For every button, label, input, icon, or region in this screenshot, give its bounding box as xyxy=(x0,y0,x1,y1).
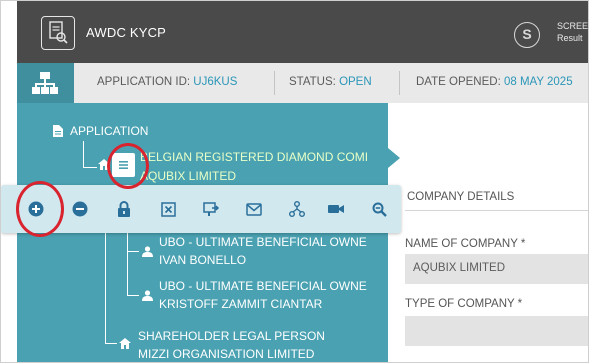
status-label: STATUS: xyxy=(289,76,340,88)
remove-button[interactable] xyxy=(67,185,93,233)
screening-label-line1: SCREE xyxy=(557,21,589,31)
hierarchy-icon xyxy=(289,201,305,217)
name-of-company-value: AQUBIX LIMITED xyxy=(413,262,506,274)
kycp-logo-icon xyxy=(41,16,75,50)
reassign-icon xyxy=(202,202,219,216)
tree-connector xyxy=(83,167,97,168)
person-icon xyxy=(142,246,153,257)
company-details-heading: COMPANY DETAILS xyxy=(407,191,515,203)
search-button[interactable] xyxy=(366,185,392,233)
info-divider xyxy=(274,71,275,95)
tree-connector xyxy=(127,251,139,252)
selected-node-name: AQUBIX LIMITED xyxy=(140,169,237,183)
application-id: APPLICATION ID: UJ6KUS xyxy=(97,76,237,88)
home-icon xyxy=(119,338,131,349)
ubo-name: IVAN BONELLO xyxy=(159,253,247,267)
selection-pointer xyxy=(388,148,400,168)
reassign-button[interactable] xyxy=(198,185,224,233)
close-box-button[interactable] xyxy=(155,185,181,233)
date-opened-label: DATE OPENED: xyxy=(416,76,504,88)
screening-label[interactable]: SCREE Result xyxy=(557,20,588,44)
application-status: STATUS: OPEN xyxy=(289,76,372,88)
org-chart-icon xyxy=(32,72,58,94)
status-value: OPEN xyxy=(339,76,372,88)
close-box-icon xyxy=(160,201,176,217)
screening-label-line2: Result xyxy=(557,33,583,43)
document-icon xyxy=(53,125,63,137)
tree-connector xyxy=(83,141,84,167)
annotation-circle-add xyxy=(16,181,64,237)
search-icon xyxy=(372,202,387,217)
info-divider xyxy=(399,71,400,95)
tree-root-label: APPLICATION xyxy=(70,124,149,138)
lock-button[interactable] xyxy=(111,185,137,233)
org-chart-button[interactable] xyxy=(17,63,74,103)
remove-icon xyxy=(72,201,88,217)
type-of-company-field[interactable] xyxy=(405,316,588,346)
entity-tree-panel xyxy=(17,103,388,362)
person-icon xyxy=(142,290,153,301)
tree-connector xyxy=(127,295,139,296)
email-button[interactable] xyxy=(241,185,267,233)
application-id-label: APPLICATION ID: xyxy=(97,76,194,88)
ubo-title: UBO - ULTIMATE BENEFICIAL OWNE xyxy=(159,279,367,293)
name-of-company-label: NAME OF COMPANY * xyxy=(405,238,526,250)
date-opened: DATE OPENED: 08 MAY 2025 xyxy=(416,76,573,88)
ubo-name: KRISTOFF ZAMMIT CIANTAR xyxy=(159,297,323,311)
application-id-value[interactable]: UJ6KUS xyxy=(193,76,237,88)
selected-node-title: BELGIAN REGISTERED DIAMOND COMI xyxy=(140,150,369,164)
shareholder-name: MIZZI ORGANISATION LIMITED xyxy=(138,347,315,361)
ubo-title: UBO - ULTIMATE BENEFICIAL OWNE xyxy=(159,235,367,249)
screening-icon[interactable]: S xyxy=(514,22,540,48)
tree-connector xyxy=(105,233,106,343)
video-call-button[interactable] xyxy=(323,185,349,233)
app-window: AWDC KYCP S SCREE Result APPLICATION ID:… xyxy=(0,0,589,363)
lock-icon xyxy=(118,201,130,217)
tree-connector xyxy=(127,233,128,295)
section-divider xyxy=(405,210,588,211)
shareholder-title: SHAREHOLDER LEGAL PERSON xyxy=(138,329,325,343)
type-of-company-label: TYPE OF COMPANY * xyxy=(405,298,523,310)
email-icon xyxy=(246,202,262,216)
hierarchy-button[interactable] xyxy=(284,185,310,233)
video-icon xyxy=(328,205,344,213)
tree-connector xyxy=(105,343,117,344)
app-title: AWDC KYCP xyxy=(86,25,167,40)
date-opened-value: 08 MAY 2025 xyxy=(503,76,573,88)
annotation-circle-menu xyxy=(107,143,149,189)
